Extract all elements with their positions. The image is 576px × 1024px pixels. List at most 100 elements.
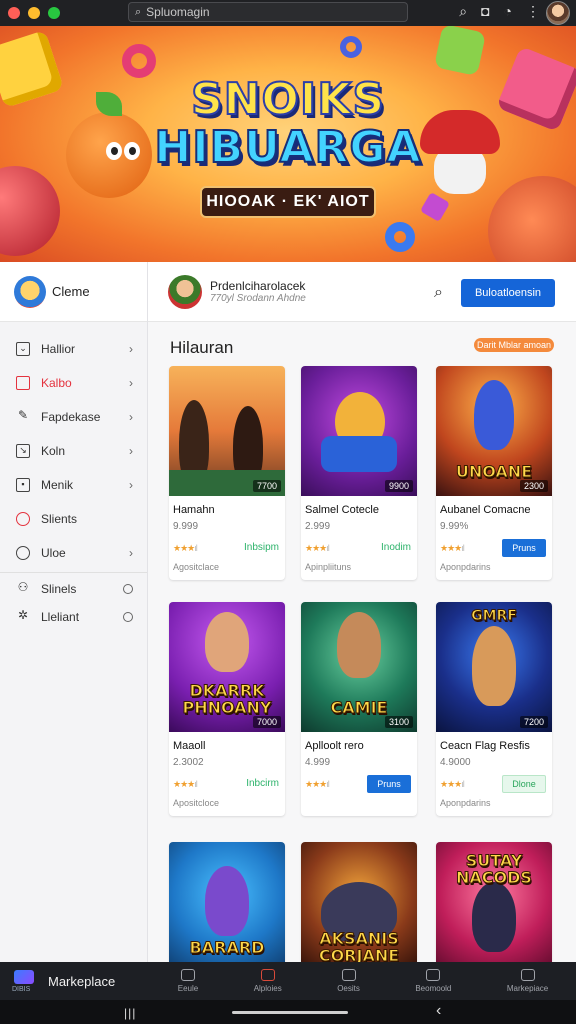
game-card[interactable]: CAMIE 3100 Aplloolt rero 4.999 ★★★ıl Pru…	[301, 602, 417, 816]
marketplace-home-button[interactable]: DIBIS Markeplace	[0, 968, 150, 994]
game-thumbnail-title: AKSANIS CORJANE	[318, 929, 400, 963]
sidebar-item-label: Slinels	[41, 582, 77, 596]
maximize-window-button[interactable]	[48, 7, 60, 19]
game-title: Salmel Cotecle	[305, 504, 379, 516]
timer-icon[interactable]: ◔	[504, 3, 512, 20]
app-logo-label: DIBIS	[12, 986, 31, 993]
search-icon[interactable]: ⌕	[434, 284, 443, 302]
sidebar-item-slients[interactable]: Slients	[0, 502, 147, 536]
game-card[interactable]: BARARD	[169, 842, 285, 962]
tab-label: Eeule	[177, 984, 199, 993]
game-title: Ceacn Flag Resfis	[440, 740, 530, 752]
status-tag: Inbsipm	[243, 542, 279, 553]
sidebar-item-label: Fapdekase	[41, 410, 101, 424]
game-card[interactable]: DKARRK PHNOANY 7000 Maaoll 2.3002 ★★★ıl …	[169, 602, 285, 816]
game-title: Aubanel Comacne	[440, 504, 531, 516]
recent-apps-icon[interactable]: |||	[124, 1006, 136, 1020]
bottom-navigation: DIBIS Markeplace Eeule Alploies Oesits B…	[0, 962, 576, 1000]
chevron-right-icon: ›	[129, 444, 133, 458]
sidebar-nav: ⌄ Hallior › Kalbo › ✎ Fapdekase › ↘ Koln…	[0, 322, 147, 631]
sidebar-item-label: Slients	[41, 512, 78, 526]
rating-stars: ★★★ıl	[440, 779, 465, 789]
status-tag: Inodim	[380, 542, 411, 553]
tab-label: Markepiace	[506, 984, 549, 993]
section-title: Hilauran	[170, 338, 234, 357]
minimize-window-button[interactable]	[28, 7, 40, 19]
section-badge[interactable]: Darit Mblar amoan	[474, 338, 554, 352]
rating-stars: ★★★ıl	[305, 543, 330, 553]
more-icon[interactable]: ⋮	[526, 3, 540, 20]
price-label: 7700	[252, 480, 281, 492]
ball-decoration	[488, 176, 576, 262]
tab-bar: Eeule Alploies Oesits Beomoold Markepiac…	[150, 969, 576, 993]
camera-icon[interactable]: ◘	[481, 3, 489, 20]
sidebar-item-hallior[interactable]: ⌄ Hallior ›	[0, 332, 147, 366]
home-icon	[180, 969, 195, 981]
circle-dot-icon	[16, 512, 30, 526]
done-button[interactable]: Dlone	[502, 775, 546, 793]
game-count: 4.9000	[440, 757, 471, 768]
sidebar-item-slinels[interactable]: ⚇ Slinels	[0, 575, 147, 603]
play-button[interactable]: Pruns	[367, 775, 411, 793]
price-label: 9900	[384, 480, 413, 492]
game-card[interactable]: AKSANIS CORJANE	[301, 842, 417, 962]
user-name: Prdenlciharolacek	[210, 279, 306, 293]
game-count: 9.999	[173, 521, 199, 532]
tab-label: Alploies	[253, 984, 282, 993]
sidebar-item-uloe[interactable]: Uloe ›	[0, 536, 147, 570]
back-icon[interactable]: ‹	[436, 1002, 441, 1020]
toolbar-icons: ⌕ ◘ ◔ ⋮	[459, 3, 540, 20]
sidebar-item-label: Menik	[41, 478, 74, 492]
window-titlebar: ⌕ Spluomagin ⌕ ◘ ◔ ⋮	[0, 0, 576, 26]
game-title: Maaoll	[173, 740, 206, 752]
home-gesture-bar[interactable]	[232, 1011, 348, 1014]
avatar[interactable]	[546, 1, 570, 25]
tab-home[interactable]: Eeule	[178, 969, 198, 993]
game-thumbnail-title: GMRF	[471, 608, 518, 625]
developer-name: Aponpdarins	[440, 562, 491, 572]
price-label: 7200	[519, 716, 548, 728]
chevron-right-icon: ›	[129, 410, 133, 424]
game-card[interactable]: GMRF 7200 Ceacn Flag Resfis 4.9000 ★★★ıl…	[436, 602, 552, 816]
game-card[interactable]: 7700 Hamahn 9.999 ★★★ıl Inbsipm Agositcl…	[169, 366, 285, 580]
game-card[interactable]: SUTAY NACODS	[436, 842, 552, 962]
window-controls	[8, 7, 60, 19]
game-card[interactable]: 9900 Salmel Cotecle 2.999 ★★★ıl Inodim A…	[301, 366, 417, 580]
primary-action-button[interactable]: Buloatloensin	[461, 279, 555, 307]
close-window-button[interactable]	[8, 7, 20, 19]
search-input[interactable]: ⌕ Spluomagin	[128, 2, 408, 22]
search-icon	[520, 969, 535, 981]
marketplace-label: Markeplace	[48, 973, 116, 989]
inbox-icon: ⌄	[16, 342, 30, 356]
sidebar-item-koln[interactable]: ↘ Koln ›	[0, 434, 147, 468]
sidebar-item-label: Kalbo	[41, 376, 72, 390]
donut-decoration	[340, 36, 362, 58]
sidebar-item-lleliant[interactable]: ✲ Lleliant	[0, 603, 147, 631]
hero-banner[interactable]: SNOIKS HIBUARGA HIOOAK · EK' AIOT	[0, 26, 576, 262]
game-thumbnail-title: CAMIE	[330, 698, 388, 717]
tab-apps[interactable]: Alploies	[254, 969, 282, 993]
game-thumbnail-title: BARARD	[189, 938, 265, 957]
brand[interactable]: Cleme	[0, 262, 147, 322]
developer-name: Agositclace	[173, 562, 220, 572]
tab-downloads[interactable]: Beomoold	[415, 969, 451, 993]
tab-marketplace[interactable]: Markepiace	[507, 969, 548, 993]
brand-name: Cleme	[52, 284, 90, 299]
sidebar-item-kalbo[interactable]: Kalbo ›	[0, 366, 147, 400]
sidebar-item-menik[interactable]: ▪ Menik ›	[0, 468, 147, 502]
game-thumbnail: AKSANIS CORJANE	[301, 842, 417, 962]
tab-stats[interactable]: Oesits	[337, 969, 360, 993]
cube-decoration	[419, 191, 451, 223]
game-title: Aplloolt rero	[305, 740, 364, 752]
sidebar-item-label: Uloe	[41, 546, 66, 560]
play-button[interactable]: Pruns	[502, 539, 546, 557]
game-title: Hamahn	[173, 504, 215, 516]
pencil-icon: ✎	[17, 408, 29, 422]
search-icon[interactable]: ⌕	[459, 3, 467, 20]
sidebar-item-label: Koln	[41, 444, 66, 458]
search-icon: ⌕	[135, 5, 142, 18]
sidebar-item-fapdekase[interactable]: ✎ Fapdekase ›	[0, 400, 147, 434]
avatar[interactable]	[168, 274, 202, 309]
chart-icon	[341, 969, 356, 981]
game-card[interactable]: UNOANE 2300 Aubanel Comacne 9.99% ★★★ıl …	[436, 366, 552, 580]
